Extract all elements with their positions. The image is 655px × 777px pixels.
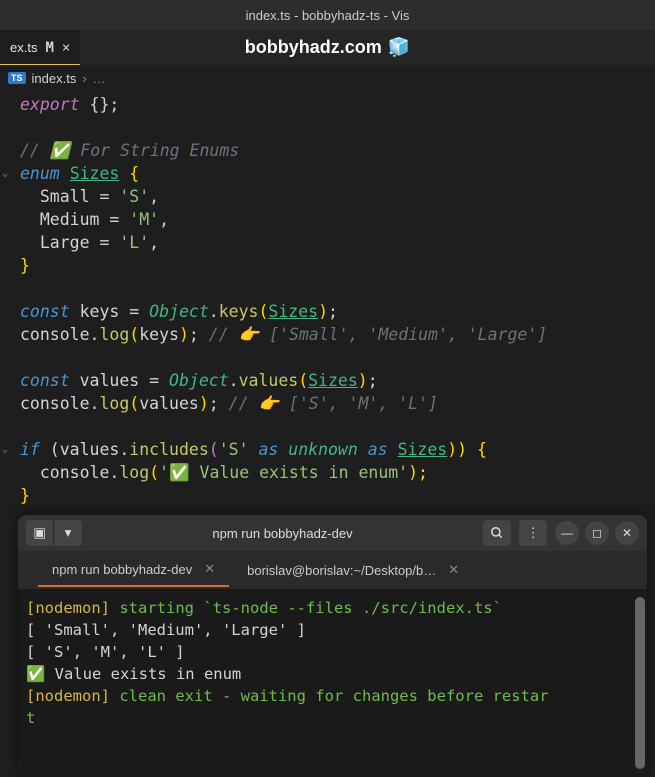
- editor-tab-bar: ex.ts M × bobbyhadz.com🧊: [0, 30, 655, 65]
- terminal-tab-close-icon[interactable]: ✕: [204, 561, 215, 577]
- breadcrumb-separator: ›: [82, 71, 86, 86]
- maximize-button[interactable]: ◻: [585, 521, 609, 545]
- new-tab-dropdown[interactable]: ▾: [54, 520, 82, 546]
- window-title: index.ts - bobbyhadz-ts - Vis: [246, 8, 410, 23]
- breadcrumb[interactable]: TS index.ts › …: [0, 65, 655, 91]
- terminal-output[interactable]: [nodemon] starting `ts-node --files ./sr…: [18, 589, 647, 777]
- terminal-scrollbar[interactable]: [635, 597, 645, 769]
- minimize-button[interactable]: —: [555, 521, 579, 545]
- cube-icon: 🧊: [388, 37, 410, 58]
- tab-label: ex.ts: [10, 40, 37, 55]
- terminal-tabs: npm run bobbyhadz-dev ✕ borislav@borisla…: [18, 551, 647, 589]
- terminal-header: ▣ ▾ npm run bobbyhadz-dev ⋮ — ◻ ✕: [18, 515, 647, 551]
- tab-close-icon[interactable]: ×: [62, 40, 70, 56]
- editor-tab[interactable]: ex.ts M ×: [0, 30, 80, 65]
- terminal-tab-close-icon[interactable]: ✕: [448, 562, 459, 578]
- window-title-bar: index.ts - bobbyhadz-ts - Vis: [0, 0, 655, 30]
- fold-icon[interactable]: ⌄: [2, 162, 8, 185]
- fold-icon[interactable]: ⌄: [2, 438, 8, 461]
- terminal-tab[interactable]: npm run bobbyhadz-dev ✕: [38, 553, 229, 587]
- code-editor[interactable]: export {}; // ✅ For String Enums ⌄enum S…: [0, 91, 655, 527]
- search-icon: [490, 526, 504, 540]
- menu-button[interactable]: ⋮: [519, 520, 547, 546]
- tab-modified-indicator: M: [45, 40, 53, 56]
- ts-file-icon: TS: [8, 72, 26, 84]
- terminal-tab[interactable]: borislav@borislav:~/Desktop/b… ✕: [233, 554, 473, 586]
- breadcrumb-more[interactable]: …: [93, 71, 106, 86]
- new-tab-button[interactable]: ▣: [26, 520, 54, 546]
- search-button[interactable]: [483, 520, 511, 546]
- terminal-panel: ▣ ▾ npm run bobbyhadz-dev ⋮ — ◻ ✕ npm ru…: [18, 515, 647, 777]
- terminal-title: npm run bobbyhadz-dev: [90, 526, 475, 541]
- breadcrumb-file[interactable]: index.ts: [32, 71, 77, 86]
- close-button[interactable]: ✕: [615, 521, 639, 545]
- watermark: bobbyhadz.com🧊: [245, 37, 410, 58]
